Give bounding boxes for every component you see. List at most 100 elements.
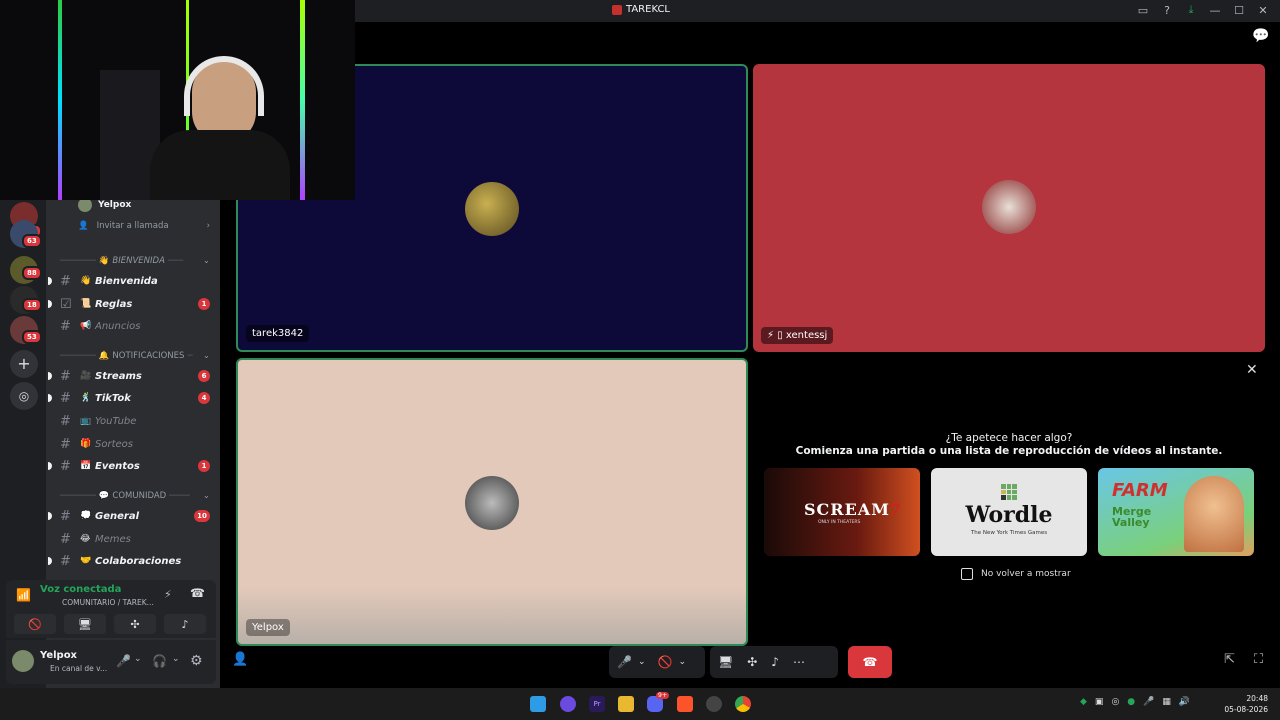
avatar <box>982 180 1036 234</box>
help-icon[interactable]: ? <box>1160 4 1174 17</box>
channel-general[interactable]: # 💭 General 10 <box>46 506 220 526</box>
start-icon[interactable] <box>530 696 546 712</box>
channel-bienvenida[interactable]: # 👋 Bienvenida <box>46 271 220 291</box>
inbox-icon[interactable]: ▭ <box>1136 4 1150 17</box>
screen-share-button[interactable]: 🖥 <box>64 614 106 634</box>
gear-icon[interactable]: ⚙ <box>190 653 203 669</box>
dont-show-checkbox[interactable]: No volver a mostrar <box>961 568 1071 580</box>
chevron-down-icon: ⌄ <box>202 256 210 266</box>
microphone-icon[interactable]: 🎤 <box>617 655 632 669</box>
game-card-farm-merge-valley[interactable]: FARM Merge Valley <box>1098 468 1254 556</box>
voice-panel: 📶 Voz conectada COMUNITARIO / TAREK... ⚡… <box>6 580 216 638</box>
headphones-icon <box>184 56 264 116</box>
channel-eventos[interactable]: # 📅 Eventos 1 <box>46 456 220 476</box>
game-card-wordle[interactable]: Wordle The New York Times Games <box>931 468 1087 556</box>
category-header[interactable]: ─────── 💬 COMUNIDAD ──── ⌄ <box>60 491 210 501</box>
channel-memes[interactable]: # 😂 Memes <box>46 529 220 549</box>
discord-badge: 9+ <box>656 692 669 699</box>
participant-name: tarek3842 <box>246 325 310 342</box>
microphone-icon: 🎤 <box>1143 697 1155 707</box>
webcam-overlay <box>0 0 355 200</box>
channel-youtube[interactable]: # 📺 YouTube <box>46 411 220 431</box>
popout-icon[interactable]: ⇱ <box>1224 652 1235 667</box>
channel-anuncios[interactable]: # 📢 Anuncios <box>46 316 220 336</box>
game-card-scream[interactable]: SCREAM7 ONLY IN THEATERS <box>764 468 920 556</box>
tray-icon: ◆ <box>1080 697 1087 707</box>
camera-off-icon[interactable]: 🚫 <box>658 655 673 669</box>
voice-channel[interactable]: COMUNITARIO / TAREK... <box>62 598 154 607</box>
download-icon[interactable]: ⤓ <box>1184 3 1198 17</box>
tray-icon: ▣ <box>1094 697 1104 707</box>
channel-reglas[interactable]: ☑ 📜 Reglas 1 <box>46 294 220 314</box>
channel-colaboraciones[interactable]: # 🤝 Colaboraciones <box>46 551 220 571</box>
avatar <box>78 198 92 212</box>
channel-streams[interactable]: # 🎥 Streams 6 <box>46 366 220 386</box>
avatar <box>465 476 519 530</box>
activity-prompt-subtitle: Comienza una partida o una lista de repr… <box>795 445 1223 457</box>
category-header[interactable]: ─────── 👋 BIENVENIDA ─── ⌄ <box>60 256 210 266</box>
chevron-down-icon[interactable]: ⌄ <box>678 657 686 667</box>
close-button[interactable]: ✕ <box>1256 4 1270 17</box>
tray-icon: ◎ <box>1111 697 1120 707</box>
camera-off-button[interactable]: 🚫 <box>14 614 56 634</box>
volume-icon: 🔊 <box>1178 697 1191 707</box>
maximize-button[interactable]: ☐ <box>1232 4 1246 17</box>
folder-icon[interactable] <box>618 696 634 712</box>
system-tray[interactable]: ◆ ▣ ◎ ● 🎤 ▦ 🔊 <box>1080 697 1190 707</box>
participant-tile[interactable]: Yelpox <box>236 358 748 646</box>
mic-camera-controls: 🎤 ⌄ 🚫 ⌄ <box>609 646 705 678</box>
soundboard-button[interactable]: ♪ <box>164 614 206 634</box>
channel-sorteos[interactable]: # 🎁 Sorteos <box>46 434 220 454</box>
channel-tiktok[interactable]: # 🕺 TikTok 4 <box>46 388 220 408</box>
chevron-down-icon: ⌄ <box>202 351 210 361</box>
more-options-icon[interactable]: ⋯ <box>793 655 805 669</box>
close-icon[interactable]: ✕ <box>1246 362 1258 378</box>
brave-icon[interactable] <box>677 696 693 712</box>
activities-button[interactable]: ✣ <box>114 614 156 634</box>
search-icon[interactable] <box>560 696 576 712</box>
server-badge: 88 <box>22 266 42 280</box>
fullscreen-icon[interactable]: ⛶ <box>1254 652 1263 667</box>
avatar <box>465 182 519 236</box>
activities-icon[interactable]: ✣ <box>747 655 757 669</box>
app-logo-icon <box>612 4 622 15</box>
noise-suppression-icon[interactable]: ⚡ <box>164 588 172 601</box>
category-header[interactable]: ─────── 🔔 NOTIFICACIONES ─ ⌄ <box>60 351 210 361</box>
participant-tile[interactable]: ⚡ ▯ xentessj <box>753 64 1265 352</box>
minimize-button[interactable]: — <box>1208 4 1222 17</box>
chevron-right-icon: › <box>206 221 210 231</box>
voice-user[interactable]: Yelpox <box>78 198 131 212</box>
server-badge: 63 <box>22 234 42 248</box>
app-icon[interactable] <box>706 696 722 712</box>
muted-icon: ⚡ <box>767 330 775 341</box>
chevron-down-icon[interactable]: ⌄ <box>134 654 142 664</box>
taskbar: Pr 9+ ◆ ▣ ◎ ● 🎤 ▦ 🔊 20:48 05-08-2026 <box>0 688 1280 720</box>
window-title: TAREKCL <box>612 4 670 15</box>
checkbox-icon <box>961 568 973 580</box>
headphones-icon[interactable]: 🎧 <box>152 654 167 668</box>
chrome-icon[interactable] <box>735 696 751 712</box>
disconnect-icon[interactable]: ☎ <box>190 586 205 600</box>
network-icon: ▦ <box>1162 697 1171 707</box>
invite-to-call[interactable]: 👤 Invitar a llamada › <box>78 221 210 231</box>
chat-icon[interactable]: 💬 <box>1252 28 1269 44</box>
screen-share-icon[interactable]: 🖥 <box>718 655 733 669</box>
add-server-icon[interactable]: + <box>10 350 38 378</box>
microphone-icon[interactable]: 🎤 <box>116 654 131 668</box>
chevron-down-icon[interactable]: ⌄ <box>172 654 180 664</box>
premiere-icon[interactable]: Pr <box>589 696 605 712</box>
chevron-down-icon[interactable]: ⌄ <box>638 657 646 667</box>
phone-icon: ▯ <box>777 330 783 341</box>
user-name[interactable]: Yelpox <box>40 650 77 661</box>
call-stage: 💬 tarek3842 ⚡ ▯ xentessj Yelpox ✕ ¿Te ap… <box>220 22 1280 688</box>
hangup-button[interactable]: ☎ <box>848 646 892 678</box>
clock[interactable]: 20:48 05-08-2026 <box>1218 693 1268 715</box>
wordle-grid-icon <box>1001 484 1017 500</box>
participant-name: Yelpox <box>246 619 290 636</box>
voice-status[interactable]: Voz conectada <box>40 584 121 595</box>
soundboard-icon[interactable]: ♪ <box>771 655 779 669</box>
tray-icon: ● <box>1127 697 1136 707</box>
explore-icon[interactable]: ◎ <box>10 382 38 410</box>
invite-user-icon[interactable]: 👤 <box>232 652 248 667</box>
avatar[interactable] <box>12 650 34 672</box>
